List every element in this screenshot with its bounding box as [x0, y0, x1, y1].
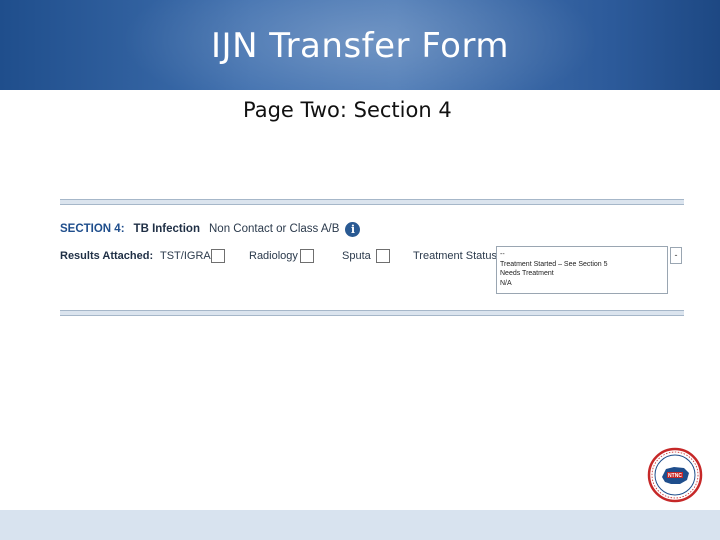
seal-text: NTNC: [668, 473, 682, 479]
section-top-divider: [60, 199, 684, 205]
section-description: Non Contact or Class A/B: [209, 223, 340, 235]
page-subtitle: Page Two: Section 4: [243, 98, 452, 122]
slide-title: IJN Transfer Form: [211, 26, 509, 66]
radiology-label: Radiology: [249, 250, 298, 262]
section-bottom-divider: [60, 310, 684, 316]
results-attached-label: Results Attached:: [60, 250, 154, 262]
tst-igra-checkbox[interactable]: [211, 249, 225, 263]
treatment-status-label: Treatment Status: [413, 250, 497, 262]
info-icon[interactable]: i: [345, 221, 361, 237]
treatment-status-select[interactable]: -- Treatment Started – See Section 5 Nee…: [496, 246, 668, 294]
sputa-label: Sputa: [342, 250, 371, 262]
sputa-checkbox[interactable]: [376, 249, 390, 263]
treatment-option[interactable]: Needs Treatment: [500, 269, 667, 279]
radiology-checkbox[interactable]: [300, 249, 314, 263]
title-banner: IJN Transfer Form: [0, 0, 720, 90]
ntnc-seal-logo: NTNC: [647, 447, 703, 503]
dropdown-arrow-icon[interactable]: -: [670, 247, 682, 264]
footer-bar: [0, 510, 720, 540]
treatment-option[interactable]: N/A: [500, 279, 667, 289]
tst-igra-label: TST/IGRA: [160, 250, 211, 262]
section-name: TB Infection: [133, 223, 200, 235]
treatment-option[interactable]: --: [500, 250, 667, 260]
treatment-option[interactable]: Treatment Started – See Section 5: [500, 260, 667, 270]
section-header: SECTION 4: TB Infection Non Contact or C…: [60, 220, 361, 238]
section-number: SECTION 4:: [60, 223, 125, 235]
